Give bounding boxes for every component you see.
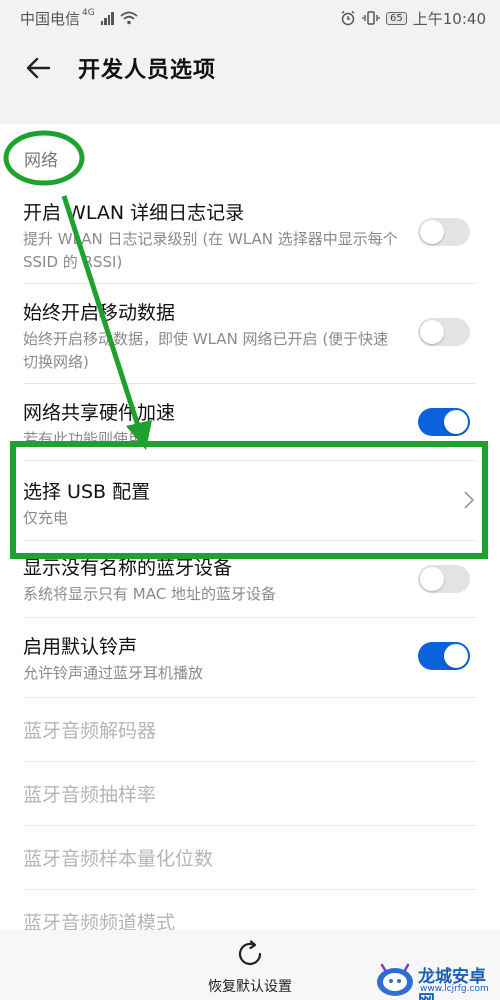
- setting-bluetooth-audio-sample-rate[interactable]: 蓝牙音频抽样率: [0, 762, 500, 826]
- setting-wlan-verbose-logging[interactable]: 开启 WLAN 详细日志记录 提升 WLAN 日志记录级别 (在 WLAN 选择…: [0, 184, 500, 284]
- setting-title: 蓝牙音频样本量化位数: [23, 848, 214, 870]
- setting-mobile-data-always-on[interactable]: 始终开启移动数据 始终开启移动数据，即使 WLAN 网络已开启 (便于快速切换网…: [0, 284, 500, 384]
- network-type: 4G: [82, 8, 95, 18]
- setting-bluetooth-audio-bits-per-sample[interactable]: 蓝牙音频样本量化位数: [0, 826, 500, 890]
- setting-title: 蓝牙音频抽样率: [23, 784, 157, 806]
- wifi-icon: [120, 11, 138, 25]
- setting-title: 始终开启移动数据: [23, 302, 176, 324]
- setting-subtitle: 仅充电: [23, 509, 69, 527]
- setting-subtitle: 系统将显示只有 MAC 地址的蓝牙设备: [23, 585, 276, 603]
- mobile-data-always-on-toggle[interactable]: [418, 318, 470, 346]
- back-button[interactable]: [18, 48, 58, 88]
- status-left: 中国电信 4G: [20, 8, 138, 29]
- setting-title: 显示没有名称的蓝牙设备: [23, 557, 233, 579]
- screen: 中国电信 4G 65 上午10:40 开发人员选项 网络 开启 WLAN 详细日…: [0, 0, 500, 1000]
- setting-bluetooth-audio-codec[interactable]: 蓝牙音频解码器: [0, 698, 500, 762]
- setting-tethering-hw-acceleration[interactable]: 网络共享硬件加速 若有此功能则使用: [0, 384, 500, 461]
- watermark-logo: 龙城安卓网 www.lcjrfg.com: [372, 960, 500, 1000]
- setting-title: 启用默认铃声: [23, 636, 138, 658]
- setting-title: 网络共享硬件加速: [23, 402, 176, 424]
- vibrate-icon: [362, 11, 380, 25]
- battery-icon: 65: [386, 11, 407, 25]
- reset-defaults-button[interactable]: 恢复默认设置: [190, 938, 310, 998]
- setting-subtitle: 允许铃声通过蓝牙耳机播放: [23, 664, 204, 682]
- settings-card: 网络 开启 WLAN 详细日志记录 提升 WLAN 日志记录级别 (在 WLAN…: [0, 124, 500, 942]
- section-title-network: 网络: [24, 151, 58, 171]
- signal-icon: [100, 11, 114, 25]
- setting-show-unnamed-bluetooth[interactable]: 显示没有名称的蓝牙设备 系统将显示只有 MAC 地址的蓝牙设备: [0, 541, 500, 618]
- refresh-icon: [238, 940, 262, 966]
- app-bar: 开发人员选项: [0, 36, 500, 100]
- android-logo-icon: [377, 963, 413, 996]
- page-title: 开发人员选项: [78, 58, 217, 83]
- setting-usb-configuration[interactable]: 选择 USB 配置 仅充电: [0, 461, 500, 541]
- wlan-verbose-logging-toggle[interactable]: [418, 218, 470, 246]
- status-right: 65 上午10:40: [340, 8, 486, 29]
- watermark-url: www.lcjrfg.com: [420, 984, 489, 994]
- setting-title: 选择 USB 配置: [23, 481, 151, 503]
- default-ringtone-toggle[interactable]: [418, 642, 470, 670]
- reset-defaults-label: 恢复默认设置: [208, 979, 292, 995]
- setting-title: 蓝牙音频解码器: [23, 720, 157, 742]
- status-time: 上午10:40: [412, 9, 486, 28]
- carrier-label: 中国电信: [20, 9, 81, 28]
- arrow-left-icon: [26, 57, 51, 79]
- tethering-hw-acceleration-toggle[interactable]: [418, 408, 470, 436]
- show-unnamed-bluetooth-toggle[interactable]: [418, 565, 470, 593]
- watermark-text: 龙城安卓网: [418, 967, 486, 1000]
- status-bar: 中国电信 4G 65 上午10:40: [0, 0, 500, 36]
- alarm-icon: [341, 10, 355, 26]
- setting-title: 开启 WLAN 详细日志记录: [23, 202, 245, 224]
- setting-subtitle: 始终开启移动数据，即使 WLAN 网络已开启 (便于快速切换网络): [23, 330, 389, 371]
- chevron-right-icon: [464, 491, 474, 509]
- setting-default-ringtone[interactable]: 启用默认铃声 允许铃声通过蓝牙耳机播放: [0, 618, 500, 698]
- setting-subtitle: 提升 WLAN 日志记录级别 (在 WLAN 选择器中显示每个 SSID 的 R…: [23, 230, 398, 271]
- setting-subtitle: 若有此功能则使用: [23, 430, 144, 448]
